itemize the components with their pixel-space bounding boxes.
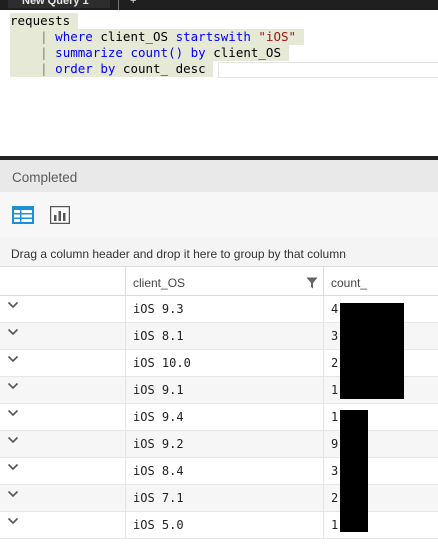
table-row[interactable]: iOS 7.1 2 (0, 485, 438, 512)
status-text: Completed (12, 170, 78, 185)
results-pane: Completed Drag a column header and drop … (0, 160, 438, 556)
keyword-order-by: order by (55, 61, 116, 76)
client-os-cell: iOS 9.2 (133, 437, 184, 451)
column-separator[interactable] (323, 267, 324, 295)
operator-startswith: startswith (175, 29, 251, 44)
chevron-down-icon[interactable] (6, 298, 20, 312)
status-bar: Completed (0, 160, 438, 192)
query-line-2: | where client_OS startswith "iOS" (10, 29, 304, 45)
client-os-cell: iOS 8.4 (133, 464, 184, 478)
filter-icon[interactable] (306, 276, 318, 289)
chevron-down-icon[interactable] (6, 433, 20, 447)
sort-direction: desc (175, 61, 206, 76)
client-os-cell: iOS 7.1 (133, 491, 184, 505)
count-cell: 4 (331, 302, 339, 316)
client-os-cell: iOS 5.0 (133, 518, 184, 532)
tab-new-query[interactable]: New Query 1 (8, 0, 110, 8)
keyword-where: where (55, 29, 93, 44)
query-line-3: | summarize count() by client_OS (10, 45, 289, 61)
client-os-cell: iOS 10.0 (133, 356, 191, 370)
add-tab-button[interactable]: + (130, 0, 136, 7)
group-hint-text: Drag a column header and drop it here to… (11, 247, 346, 261)
redaction-block (340, 410, 368, 532)
query-line-4: | order by count_ desc (10, 61, 214, 77)
column-ref: count_ (122, 61, 169, 76)
count-cell: 3 (331, 464, 339, 478)
function-count: count() (130, 45, 184, 60)
chevron-down-icon[interactable] (6, 460, 20, 474)
client-os-cell: iOS 9.1 (133, 383, 184, 397)
count-cell: 9 (331, 437, 339, 451)
table-row[interactable]: iOS 9.2 9 (0, 431, 438, 458)
count-cell: 2 (331, 356, 339, 370)
query-line-1: requests (10, 13, 78, 29)
table-header: client_OS count_ (0, 267, 438, 296)
chevron-down-icon[interactable] (6, 514, 20, 528)
keyword-summarize: summarize (55, 45, 123, 60)
column-header-count[interactable]: count_ (331, 267, 367, 295)
column-ref: client_OS (213, 45, 281, 60)
table-view-icon[interactable] (12, 206, 34, 226)
tab-bar: New Query 1 + (0, 0, 438, 10)
group-by-dropzone[interactable]: Drag a column header and drop it here to… (0, 237, 438, 267)
count-cell: 1 (331, 518, 339, 532)
pipe-symbol: | (40, 45, 48, 60)
table-name: requests (10, 13, 71, 28)
client-os-cell: iOS 9.4 (133, 410, 184, 424)
column-header-client-os[interactable]: client_OS (133, 267, 185, 295)
client-os-cell: iOS 9.3 (133, 302, 184, 316)
tab-separator (118, 0, 119, 10)
view-toolbar (0, 192, 438, 237)
redaction-block (340, 303, 404, 399)
count-cell: 3 (331, 329, 339, 343)
client-os-cell: iOS 8.1 (133, 329, 184, 343)
count-cell: 2 (331, 491, 339, 505)
current-line-highlight (218, 62, 438, 78)
string-literal: "iOS" (258, 29, 297, 44)
column-ref: client_OS (100, 29, 169, 44)
chevron-down-icon[interactable] (6, 406, 20, 420)
keyword-by: by (190, 45, 206, 60)
table-row[interactable]: iOS 5.0 1 (0, 512, 438, 539)
chevron-down-icon[interactable] (6, 352, 20, 366)
count-cell: 1 (331, 410, 339, 424)
count-cell: 1 (331, 383, 339, 397)
pipe-symbol: | (40, 61, 48, 76)
query-editor[interactable]: requests | where client_OS startswith "i… (0, 10, 438, 156)
chevron-down-icon[interactable] (6, 379, 20, 393)
pipe-symbol: | (40, 29, 48, 44)
table-row[interactable]: iOS 8.4 3 (0, 458, 438, 485)
chevron-down-icon[interactable] (6, 487, 20, 501)
table-row[interactable]: iOS 9.4 1 (0, 404, 438, 431)
chevron-down-icon[interactable] (6, 325, 20, 339)
column-separator[interactable] (125, 267, 126, 295)
chart-view-icon[interactable] (49, 205, 72, 226)
